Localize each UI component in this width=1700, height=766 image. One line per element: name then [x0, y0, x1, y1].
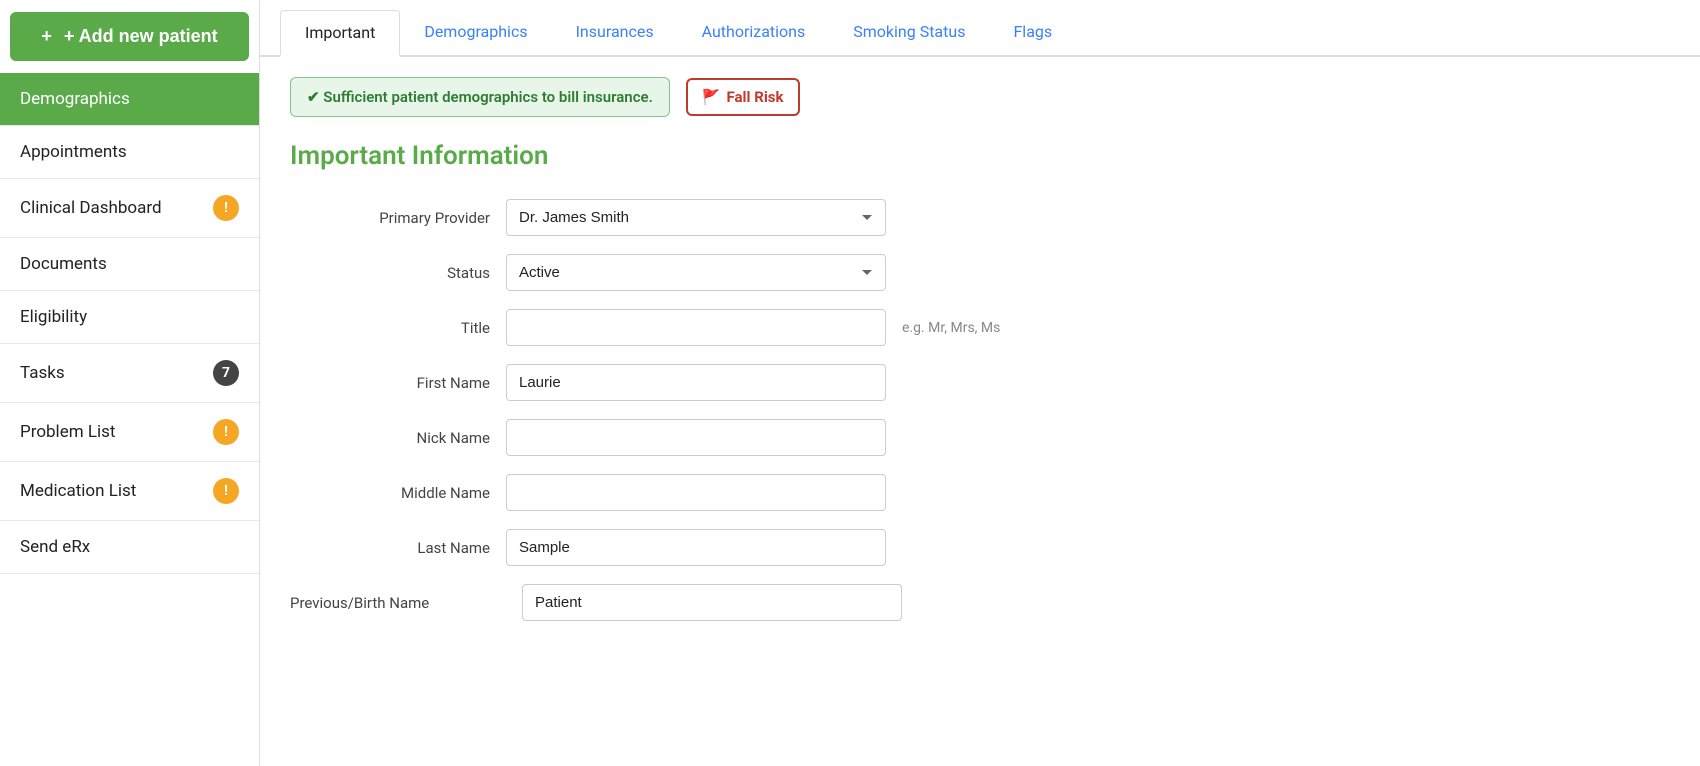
- clinical-dashboard-badge: !: [213, 195, 239, 221]
- sidebar-item-eligibility[interactable]: Eligibility: [0, 291, 259, 344]
- nick-name-row: Nick Name: [290, 419, 1140, 456]
- tab-flags[interactable]: Flags: [989, 10, 1076, 57]
- sidebar-item-documents[interactable]: Documents: [0, 238, 259, 291]
- sidebar-item-label: Problem List: [20, 422, 115, 442]
- primary-provider-select[interactable]: Dr. James Smith: [506, 199, 886, 236]
- status-select[interactable]: Active: [506, 254, 886, 291]
- sidebar-item-label: Demographics: [20, 89, 130, 109]
- previous-birth-name-input[interactable]: [522, 584, 902, 621]
- sidebar-item-label: Send eRx: [20, 537, 90, 557]
- sidebar-item-label: Documents: [20, 254, 107, 274]
- title-hint: e.g. Mr, Mrs, Ms: [902, 320, 1000, 336]
- flag-icon: 🚩: [702, 88, 721, 106]
- sidebar-item-label: Tasks: [20, 363, 65, 383]
- first-name-row: First Name: [290, 364, 1140, 401]
- tab-insurances[interactable]: Insurances: [552, 10, 678, 57]
- status-label: Status: [290, 264, 490, 282]
- sidebar-item-demographics[interactable]: Demographics: [0, 73, 259, 126]
- sidebar-item-problem-list[interactable]: Problem List !: [0, 403, 259, 462]
- content-area: ✔ Sufficient patient demographics to bil…: [260, 57, 1700, 659]
- middle-name-row: Middle Name: [290, 474, 1140, 511]
- add-patient-label: + Add new patient: [64, 26, 218, 47]
- sidebar-item-medication-list[interactable]: Medication List !: [0, 462, 259, 521]
- status-message: ✔ Sufficient patient demographics to bil…: [307, 88, 653, 106]
- sidebar-item-tasks[interactable]: Tasks 7: [0, 344, 259, 403]
- last-name-input[interactable]: [506, 529, 886, 566]
- primary-provider-row: Primary Provider Dr. James Smith: [290, 199, 1140, 236]
- status-row: Status Active: [290, 254, 1140, 291]
- sidebar-nav: Demographics Appointments Clinical Dashb…: [0, 73, 259, 766]
- plus-icon: +: [41, 26, 52, 47]
- nick-name-label: Nick Name: [290, 429, 490, 447]
- primary-provider-label: Primary Provider: [290, 209, 490, 227]
- sidebar-item-clinical-dashboard[interactable]: Clinical Dashboard !: [0, 179, 259, 238]
- title-row: Title e.g. Mr, Mrs, Ms: [290, 309, 1140, 346]
- tab-demographics[interactable]: Demographics: [400, 10, 551, 57]
- tasks-badge: 7: [213, 360, 239, 386]
- problem-list-badge: !: [213, 419, 239, 445]
- main-content: Important Demographics Insurances Author…: [260, 0, 1700, 766]
- demographics-status: ✔ Sufficient patient demographics to bil…: [290, 77, 670, 117]
- first-name-label: First Name: [290, 374, 490, 392]
- section-title: Important Information: [290, 141, 1670, 171]
- sidebar-item-send-erx[interactable]: Send eRx: [0, 521, 259, 574]
- medication-list-badge: !: [213, 478, 239, 504]
- arrow-area: Previous/Birth Name: [290, 585, 490, 621]
- last-name-label: Last Name: [290, 539, 490, 557]
- tab-authorizations[interactable]: Authorizations: [678, 10, 830, 57]
- tab-bar: Important Demographics Insurances Author…: [260, 0, 1700, 57]
- fall-risk-label: Fall Risk: [727, 88, 784, 106]
- middle-name-input[interactable]: [506, 474, 886, 511]
- tab-important[interactable]: Important: [280, 10, 400, 57]
- sidebar-item-label: Medication List: [20, 481, 136, 501]
- previous-birth-name-label: Previous/Birth Name: [290, 594, 490, 612]
- title-input[interactable]: [506, 309, 886, 346]
- sidebar: + + Add new patient Demographics Appoint…: [0, 0, 260, 766]
- last-name-row: Last Name: [290, 529, 1140, 566]
- important-info-form: Primary Provider Dr. James Smith Status …: [290, 199, 1140, 621]
- status-bar: ✔ Sufficient patient demographics to bil…: [290, 77, 1670, 117]
- nick-name-input[interactable]: [506, 419, 886, 456]
- tab-smoking-status[interactable]: Smoking Status: [829, 10, 989, 57]
- fall-risk-badge[interactable]: 🚩 Fall Risk: [686, 78, 800, 116]
- first-name-input[interactable]: [506, 364, 886, 401]
- title-label: Title: [290, 319, 490, 337]
- sidebar-item-label: Appointments: [20, 142, 127, 162]
- middle-name-label: Middle Name: [290, 484, 490, 502]
- previous-birth-name-row: Previous/Birth Name: [290, 584, 1140, 621]
- add-patient-button[interactable]: + + Add new patient: [10, 12, 249, 61]
- sidebar-item-label: Clinical Dashboard: [20, 198, 162, 218]
- sidebar-item-appointments[interactable]: Appointments: [0, 126, 259, 179]
- sidebar-item-label: Eligibility: [20, 307, 87, 327]
